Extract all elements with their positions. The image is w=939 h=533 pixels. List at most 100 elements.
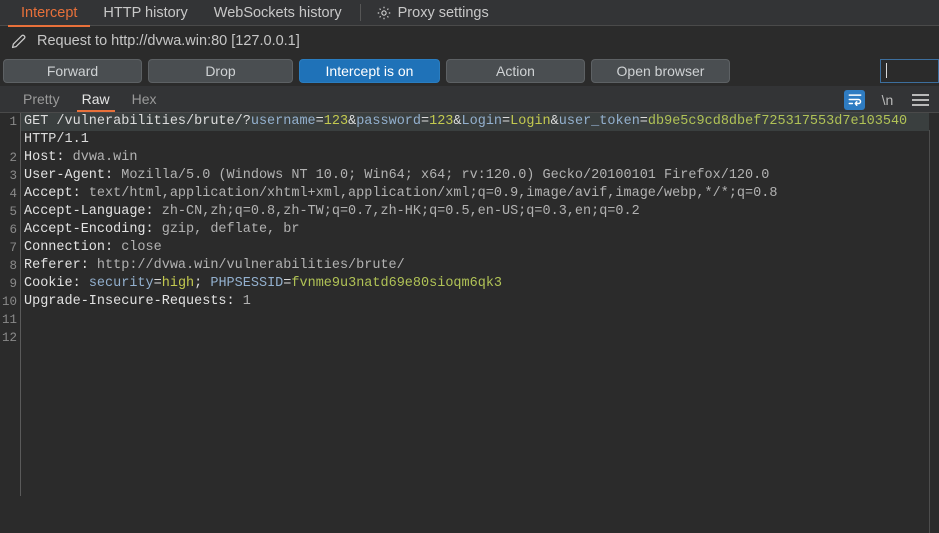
code-line: Cookie: security=high; PHPSESSID=fvnme9u… [21,275,929,293]
request-title-row: Request to http://dvwa.win:80 [127.0.0.1… [0,26,939,56]
message-view-tab-bar: Pretty Raw Hex \n [0,86,939,113]
code-token: dvwa.win [64,150,138,165]
panel-right-border [929,130,930,533]
proxy-settings-label: Proxy settings [397,4,489,21]
tab-intercept[interactable]: Intercept [8,0,91,27]
code-token: & [453,114,462,129]
tab-bar-divider [359,4,361,21]
code-token: Login [510,114,551,129]
line-number: 11 [1,313,17,327]
code-token: Connection: [24,240,114,255]
line-number: 7 [9,241,17,255]
page-title: Request to http://dvwa.win:80 [127.0.0.1… [37,33,300,49]
code-token: = [315,114,324,129]
code-token: = [153,276,162,291]
line-number: 12 [1,331,17,345]
newline-icon[interactable]: \n [877,90,898,110]
code-token: HTTP/1.1 [24,132,89,147]
code-token: text/html,application/xhtml+xml,applicat… [80,186,778,201]
line-number: 3 [9,169,17,183]
code-token: Accept-Encoding: [24,222,154,237]
code-token: = [421,114,430,129]
code-line: Accept-Language: zh-CN,zh;q=0.8,zh-TW;q=… [21,203,929,221]
line-number: 9 [9,277,17,291]
search-field-wrapper [880,59,939,83]
open-browser-button[interactable]: Open browser [591,59,730,83]
code-token: = [639,114,648,129]
code-token: security [88,276,154,291]
tab-http-history[interactable]: HTTP history [90,0,200,26]
intercept-toggle-button[interactable]: Intercept is on [299,59,440,83]
code-token: Login [461,114,503,129]
pencil-icon [9,32,37,51]
code-line: Host: dvwa.win [21,149,929,167]
code-token: fvnme9u3natd69e80sioqm6qk3 [291,276,503,291]
text-cursor [886,63,887,78]
tab-raw-label: Raw [81,90,110,107]
code-token: Mozilla/5.0 (Windows NT 10.0; Win64; x64… [113,168,770,183]
code-line: Referer: http://dvwa.win/vulnerabilities… [21,257,929,275]
tab-http-history-label: HTTP history [103,4,188,21]
line-number: 1 [9,115,17,129]
panel-right-margin [931,130,939,533]
code-line: Accept-Encoding: gzip, deflate, br [21,221,929,239]
code-token: Upgrade-Insecure-Requests: [24,294,235,309]
code-token: = [502,114,511,129]
code-line: Accept: text/html,application/xhtml+xml,… [21,185,929,203]
line-number: 2 [9,151,17,165]
line-number: 4 [9,187,17,201]
code-line: HTTP/1.1 [21,131,929,149]
proxy-settings-button[interactable]: Proxy settings [366,0,499,26]
newline-icon-label: \n [881,91,894,108]
code-token: password [356,114,421,129]
request-editor[interactable]: 1 2 3 4 5 6 7 8 9 10 11 12 GET /vulnerabilities/bru… [0,113,939,496]
code-token: db9e5c9cd8dbef725317553d7e103540 [647,114,908,129]
search-input[interactable] [880,59,939,83]
code-token: zh-CN,zh;q=0.8,zh-TW;q=0.7,zh-HK;q=0.5,e… [153,204,640,219]
code-token: Host: [24,150,65,165]
line-number: 6 [9,223,17,237]
code-token: & [550,114,559,129]
menu-icon[interactable] [910,90,931,110]
tab-websockets-history-label: WebSockets history [213,4,342,21]
code-token: username [250,114,316,129]
code-line: GET /vulnerabilities/brute/?username=123… [21,113,929,131]
tab-hex[interactable]: Hex [121,86,168,113]
line-number: 10 [1,295,17,309]
tab-intercept-label: Intercept [21,4,78,21]
message-view-icon-group: \n [844,86,931,113]
tab-websockets-history[interactable]: WebSockets history [201,0,355,26]
code-token: gzip, deflate, br [153,222,300,237]
code-token: 123 [323,114,349,129]
tab-raw[interactable]: Raw [71,86,121,113]
line-number: 8 [9,259,17,273]
code-token: Referer: [24,258,89,273]
code-token: Cookie: [24,276,81,291]
code-token: 123 [429,114,454,129]
line-number-gutter: 1 2 3 4 5 6 7 8 9 10 11 12 [0,113,21,496]
tab-pretty-label: Pretty [23,90,60,107]
forward-button[interactable]: Forward [3,59,142,83]
code-token: Accept-Language: [24,204,154,219]
drop-button[interactable]: Drop [148,59,293,83]
request-raw-text[interactable]: GET /vulnerabilities/brute/?username=123… [21,113,929,496]
action-button[interactable]: Action [446,59,585,83]
gear-icon [376,5,392,21]
tab-pretty[interactable]: Pretty [12,86,71,113]
code-token: & [348,114,357,129]
code-line: Connection: close [21,239,929,257]
code-line: User-Agent: Mozilla/5.0 (Windows NT 10.0… [21,167,929,185]
burp-proxy-window: Intercept HTTP history WebSockets histor… [0,0,939,533]
word-wrap-icon[interactable] [844,89,865,110]
tab-hex-label: Hex [131,90,157,107]
code-token: Accept: [24,186,81,201]
proxy-tab-bar: Intercept HTTP history WebSockets histor… [0,0,939,27]
code-token: 1 [234,294,251,309]
intercept-action-bar: Forward Drop Intercept is on Action Open… [0,56,939,86]
code-token: User-Agent: [24,168,114,183]
line-number [0,131,20,149]
code-token: high [161,276,195,291]
line-number: 5 [9,205,17,219]
